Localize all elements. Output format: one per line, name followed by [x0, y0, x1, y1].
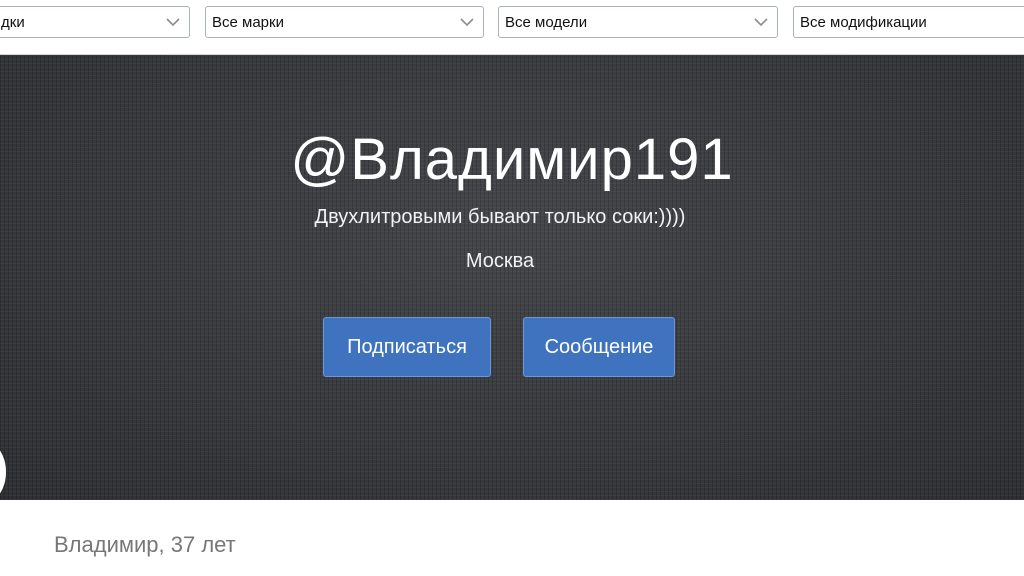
model-select[interactable]: Все модели — [498, 6, 778, 38]
model-select-value: Все модели — [505, 14, 588, 31]
chevron-down-icon — [754, 18, 768, 27]
brand-select[interactable]: Все марки — [205, 6, 484, 38]
filter-bar: дки Все марки Все модели Все модификации — [0, 0, 1024, 55]
profile-info-strip: Владимир, 37 лет — [0, 500, 1024, 576]
message-button[interactable]: Сообщение — [523, 317, 675, 377]
modification-select[interactable]: Все модификации — [793, 6, 1024, 38]
filter-select-1[interactable]: дки — [0, 6, 190, 38]
profile-city: Москва — [465, 250, 535, 272]
profile-status: Двухлитровыми бывают только соки:)))) — [314, 206, 686, 228]
subscribe-button[interactable]: Подписаться — [323, 317, 491, 377]
modification-select-value: Все модификации — [800, 14, 927, 31]
brand-select-value: Все марки — [212, 14, 284, 31]
chevron-down-icon — [460, 18, 474, 27]
profile-cover: @Владимир191 Двухлитровыми бывают только… — [0, 55, 1024, 500]
profile-username: @Владимир191 — [290, 127, 734, 192]
filter-select-1-value: дки — [1, 14, 25, 31]
profile-name-age: Владимир, 37 лет — [54, 532, 236, 557]
chevron-down-icon — [166, 18, 180, 27]
